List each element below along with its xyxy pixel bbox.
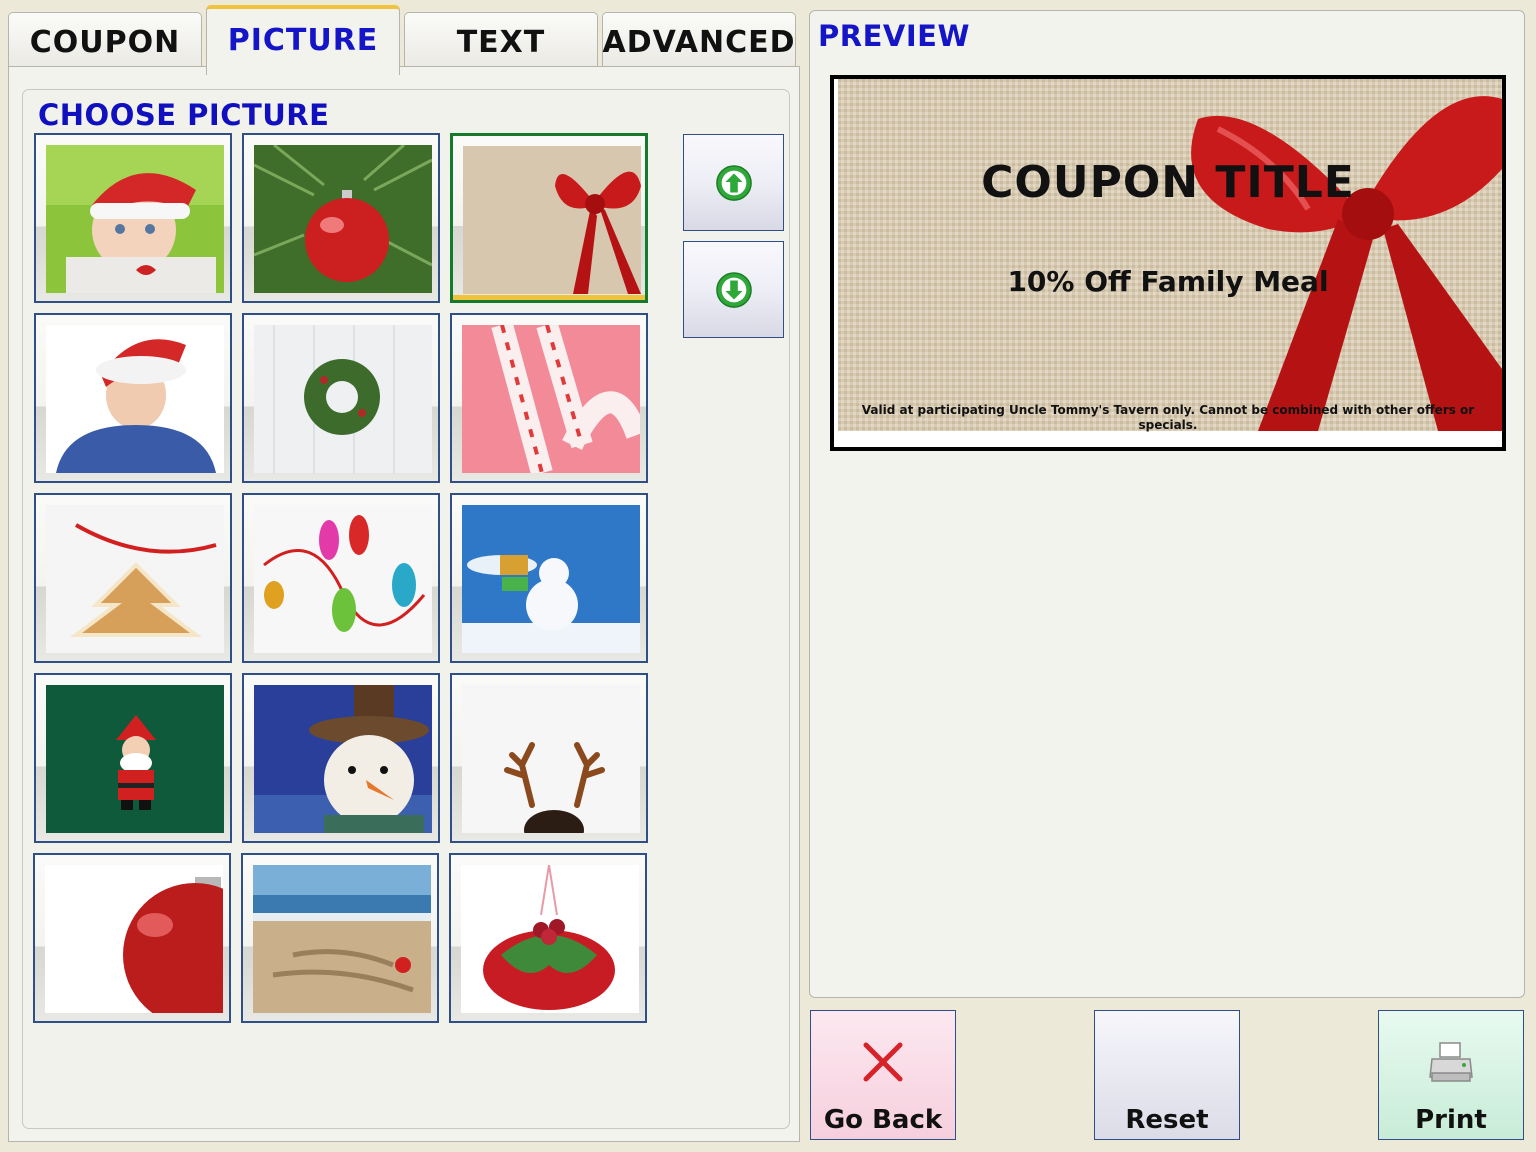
coupon-background-image [838,79,1502,431]
go-back-button[interactable]: Go Back [810,1010,956,1140]
preview-panel: PREVIEW COUPON TITLE 10% Off Family Meal… [809,10,1525,998]
printer-icon [1429,1042,1473,1082]
tab-advanced-label: ADVANCED [602,25,796,60]
coupon-preview: COUPON TITLE 10% Off Family Meal Valid a… [830,75,1506,451]
arrow-down-circle-icon [715,271,752,308]
picture-thumb-wreath[interactable] [242,313,440,483]
tab-picture[interactable]: PICTURE [206,5,400,75]
picture-thumb-santa-figure[interactable] [34,673,232,843]
arrow-up-circle-icon [715,164,752,201]
picture-thumb-ornament-tree[interactable] [242,133,440,303]
reset-button[interactable]: Reset [1094,1010,1240,1140]
tab-text-label: TEXT [456,25,546,60]
picture-thumb-gingerbread-tree[interactable] [34,493,232,663]
tab-advanced[interactable]: ADVANCED [602,12,796,72]
choose-picture-title: CHOOSE PICTURE [38,98,330,132]
picture-thumb-reindeer-antlers[interactable] [450,673,648,843]
tab-coupon-label: COUPON [29,25,181,60]
print-label: Print [1415,1105,1487,1135]
scroll-down-button[interactable] [683,241,784,338]
picture-thumb-burlap-bow[interactable] [450,133,648,303]
print-button[interactable]: Print [1378,1010,1524,1140]
picture-thumb-woman-santa-hat[interactable] [34,313,232,483]
picture-editor-panel: COUPON PICTURE TEXT ADVANCED CHOOSE PICT… [8,5,802,1144]
tab-coupon[interactable]: COUPON [8,12,202,72]
picture-thumb-candy-canes[interactable] [450,313,648,483]
picture-thumb-baby-santa-hat[interactable] [34,133,232,303]
picture-thumb-christmas-bulbs[interactable] [242,493,440,663]
preview-title: PREVIEW [818,19,970,53]
reset-label: Reset [1125,1105,1209,1135]
close-x-icon [863,1042,903,1082]
choose-picture-group: CHOOSE PICTURE [22,89,790,1129]
scroll-up-button[interactable] [683,134,784,231]
coupon-title: COUPON TITLE [981,157,1355,208]
picture-thumb-red-glitter-ornament[interactable] [33,853,231,1023]
tab-content-picture: CHOOSE PICTURE [8,66,800,1142]
picture-thumb-snowman-sky[interactable] [450,493,648,663]
coupon-fine-print: Valid at participating Uncle Tommy's Tav… [861,403,1475,432]
tab-text[interactable]: TEXT [404,12,598,72]
picture-thumb-snowman-hat[interactable] [242,673,440,843]
tab-picture-label: PICTURE [227,23,379,58]
picture-thumb-happy-holidays-beach[interactable] [241,853,439,1023]
coupon-subtitle: 10% Off Family Meal [1007,265,1329,298]
picture-thumb-velvet-ornament[interactable] [449,853,647,1023]
go-back-label: Go Back [823,1105,943,1135]
